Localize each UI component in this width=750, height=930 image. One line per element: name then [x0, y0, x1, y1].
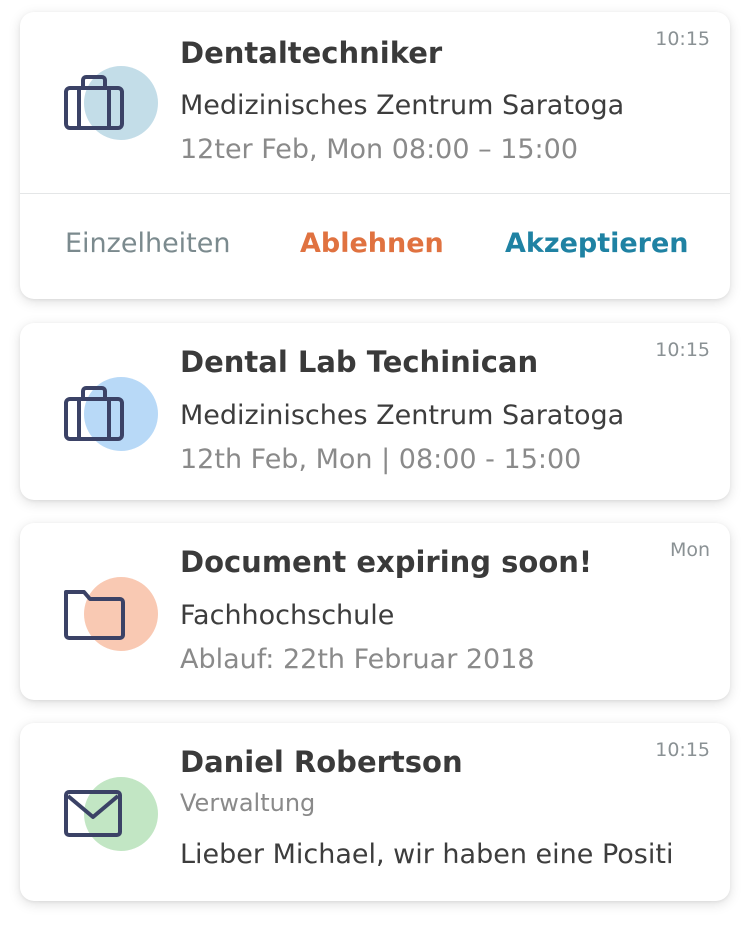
accept-button[interactable]: Akzeptieren: [505, 228, 689, 259]
notification-expiry: Ablauf: 22th Februar 2018: [180, 644, 535, 675]
notification-schedule: 12ter Feb, Mon 08:00 – 15:00: [180, 134, 578, 165]
notification-card-job[interactable]: 10:15 Dental Lab Techinican Medizinische…: [20, 323, 730, 500]
briefcase-icon: [64, 377, 158, 461]
notification-time: 10:15: [655, 339, 710, 361]
notification-schedule: 12th Feb, Mon | 08:00 - 15:00: [180, 444, 582, 475]
reject-button[interactable]: Ablehnen: [300, 228, 444, 259]
notification-time: Mon: [669, 539, 710, 561]
notification-location: Medizinisches Zentrum Saratoga: [180, 90, 625, 121]
notification-card-message[interactable]: 10:15 Daniel Robertson Verwaltung Lieber…: [20, 723, 730, 901]
notification-card-document[interactable]: Mon Document expiring soon! Fachhochschu…: [20, 523, 730, 700]
notification-title: Dental Lab Techinican: [180, 345, 539, 379]
message-sender: Daniel Robertson: [180, 745, 463, 779]
divider: [20, 193, 730, 194]
notification-location: Medizinisches Zentrum Saratoga: [180, 400, 625, 431]
briefcase-icon: [64, 66, 158, 150]
details-button[interactable]: Einzelheiten: [65, 228, 231, 259]
folder-icon: [64, 577, 158, 661]
notification-title: Dentaltechniker: [180, 36, 443, 70]
message-department: Verwaltung: [180, 789, 316, 817]
notification-title: Document expiring soon!: [180, 545, 593, 579]
message-preview: Lieber Michael, wir haben eine Positi: [180, 839, 674, 870]
notification-time: 10:15: [655, 739, 710, 761]
notification-issuer: Fachhochschule: [180, 600, 395, 631]
notification-card-job-offer[interactable]: 10:15 Dentaltechniker Medizinisches Zent…: [20, 12, 730, 299]
envelope-icon: [64, 777, 158, 861]
notification-time: 10:15: [655, 28, 710, 50]
